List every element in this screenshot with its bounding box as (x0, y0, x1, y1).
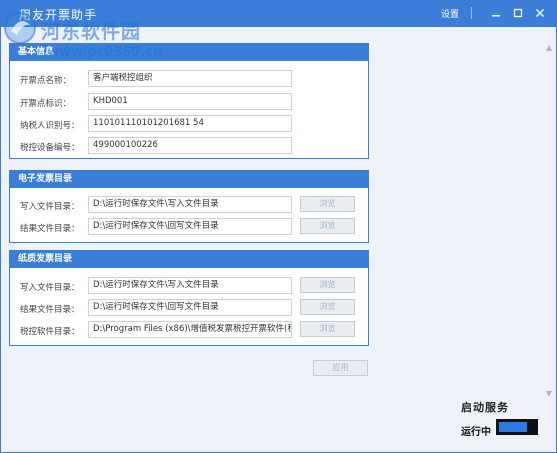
app-window: 用友开票助手 设置 基本信息 开票点名称： 客户端税控组织 开票点标识： KHD… (0, 0, 557, 453)
paper-row-software: 税控软件目录： D:\Program Files (x86)\增值税发票税控开票… (10, 321, 368, 339)
main-content: 基本信息 开票点名称： 客户端税控组织 开票点标识： KHD001 纳税人识别号… (1, 27, 556, 452)
basic-row-device: 税控设备编号： 499000100226 (10, 137, 368, 155)
field-label: 开票点名称： (20, 76, 72, 86)
window-title: 用友开票助手 (19, 8, 98, 22)
close-icon (536, 9, 544, 17)
tax-software-dir-field[interactable]: D:\Program Files (x86)\增值税发票税控开票软件(税控盘 (88, 321, 292, 338)
title-actions: 设置 (441, 5, 548, 21)
invoice-point-name-field[interactable]: 客户端税控组织 (88, 70, 292, 87)
electronic-write-dir-field[interactable]: D:\运行时保存文件\写入文件目录 (88, 196, 292, 213)
electronic-row-result: 结果文件目录： D:\运行时保存文件\回写文件目录 浏览 (10, 218, 368, 236)
service-title: 启动服务 (461, 401, 509, 414)
paper-write-dir-field[interactable]: D:\运行时保存文件\写入文件目录 (88, 277, 292, 294)
paper-invoice-group: 纸质发票目录 写入文件目录： D:\运行时保存文件\写入文件目录 浏览 结果文件… (9, 250, 369, 346)
basic-info-header: 基本信息 (10, 44, 368, 61)
paper-result-browse-button[interactable]: 浏览 (300, 299, 355, 315)
basic-info-group: 基本信息 开票点名称： 客户端税控组织 开票点标识： KHD001 纳税人识别号… (9, 43, 369, 159)
electronic-invoice-group: 电子发票目录 写入文件目录： D:\运行时保存文件\写入文件目录 浏览 结果文件… (9, 170, 369, 243)
field-label: 结果文件目录： (20, 305, 80, 315)
field-label: 纳税人识别号： (20, 121, 80, 131)
paper-invoice-header: 纸质发票目录 (10, 251, 368, 268)
scroll-up-icon[interactable]: ▲ (544, 43, 554, 53)
field-label: 结果文件目录： (20, 224, 80, 234)
scrollbar[interactable]: ▲ ▼ (544, 43, 554, 399)
electronic-row-write: 写入文件目录： D:\运行时保存文件\写入文件目录 浏览 (10, 196, 368, 214)
tax-software-browse-button[interactable]: 浏览 (300, 321, 355, 337)
apply-button[interactable]: 应用 (313, 360, 368, 376)
electronic-result-dir-field[interactable]: D:\运行时保存文件\回写文件目录 (88, 218, 292, 235)
minimize-button[interactable] (488, 5, 504, 21)
scroll-down-icon[interactable]: ▼ (544, 389, 554, 399)
field-label: 开票点标识： (20, 99, 72, 109)
paper-row-result: 结果文件目录： D:\运行时保存文件\回写文件目录 浏览 (10, 299, 368, 317)
basic-row-taxid: 纳税人识别号： 110101110101201681 54 (10, 115, 368, 133)
invoice-point-id-field[interactable]: KHD001 (88, 93, 292, 110)
field-label: 税控软件目录： (20, 327, 80, 337)
service-toggle[interactable] (496, 419, 538, 435)
close-button[interactable] (532, 5, 548, 21)
basic-row-id: 开票点标识： KHD001 (10, 93, 368, 111)
paper-write-browse-button[interactable]: 浏览 (300, 277, 355, 293)
basic-row-name: 开票点名称： 客户端税控组织 (10, 70, 368, 88)
paper-result-dir-field[interactable]: D:\运行时保存文件\回写文件目录 (88, 299, 292, 316)
toggle-fill (499, 422, 527, 432)
service-status-label: 运行中 (461, 427, 491, 438)
title-bar[interactable]: 用友开票助手 设置 (1, 1, 556, 27)
electronic-result-browse-button[interactable]: 浏览 (300, 218, 355, 234)
tax-device-id-field[interactable]: 499000100226 (88, 137, 292, 154)
title-separator (471, 7, 472, 19)
field-label: 写入文件目录： (20, 202, 80, 212)
field-label: 写入文件目录： (20, 283, 80, 293)
maximize-button[interactable] (510, 5, 526, 21)
paper-row-write: 写入文件目录： D:\运行时保存文件\写入文件目录 浏览 (10, 277, 368, 295)
settings-link[interactable]: 设置 (441, 7, 459, 20)
maximize-icon (513, 8, 523, 18)
minimize-icon (492, 15, 500, 17)
taxpayer-id-field[interactable]: 110101110101201681 54 (88, 115, 292, 132)
electronic-write-browse-button[interactable]: 浏览 (300, 196, 355, 212)
electronic-invoice-header: 电子发票目录 (10, 171, 368, 188)
field-label: 税控设备编号： (20, 143, 80, 153)
